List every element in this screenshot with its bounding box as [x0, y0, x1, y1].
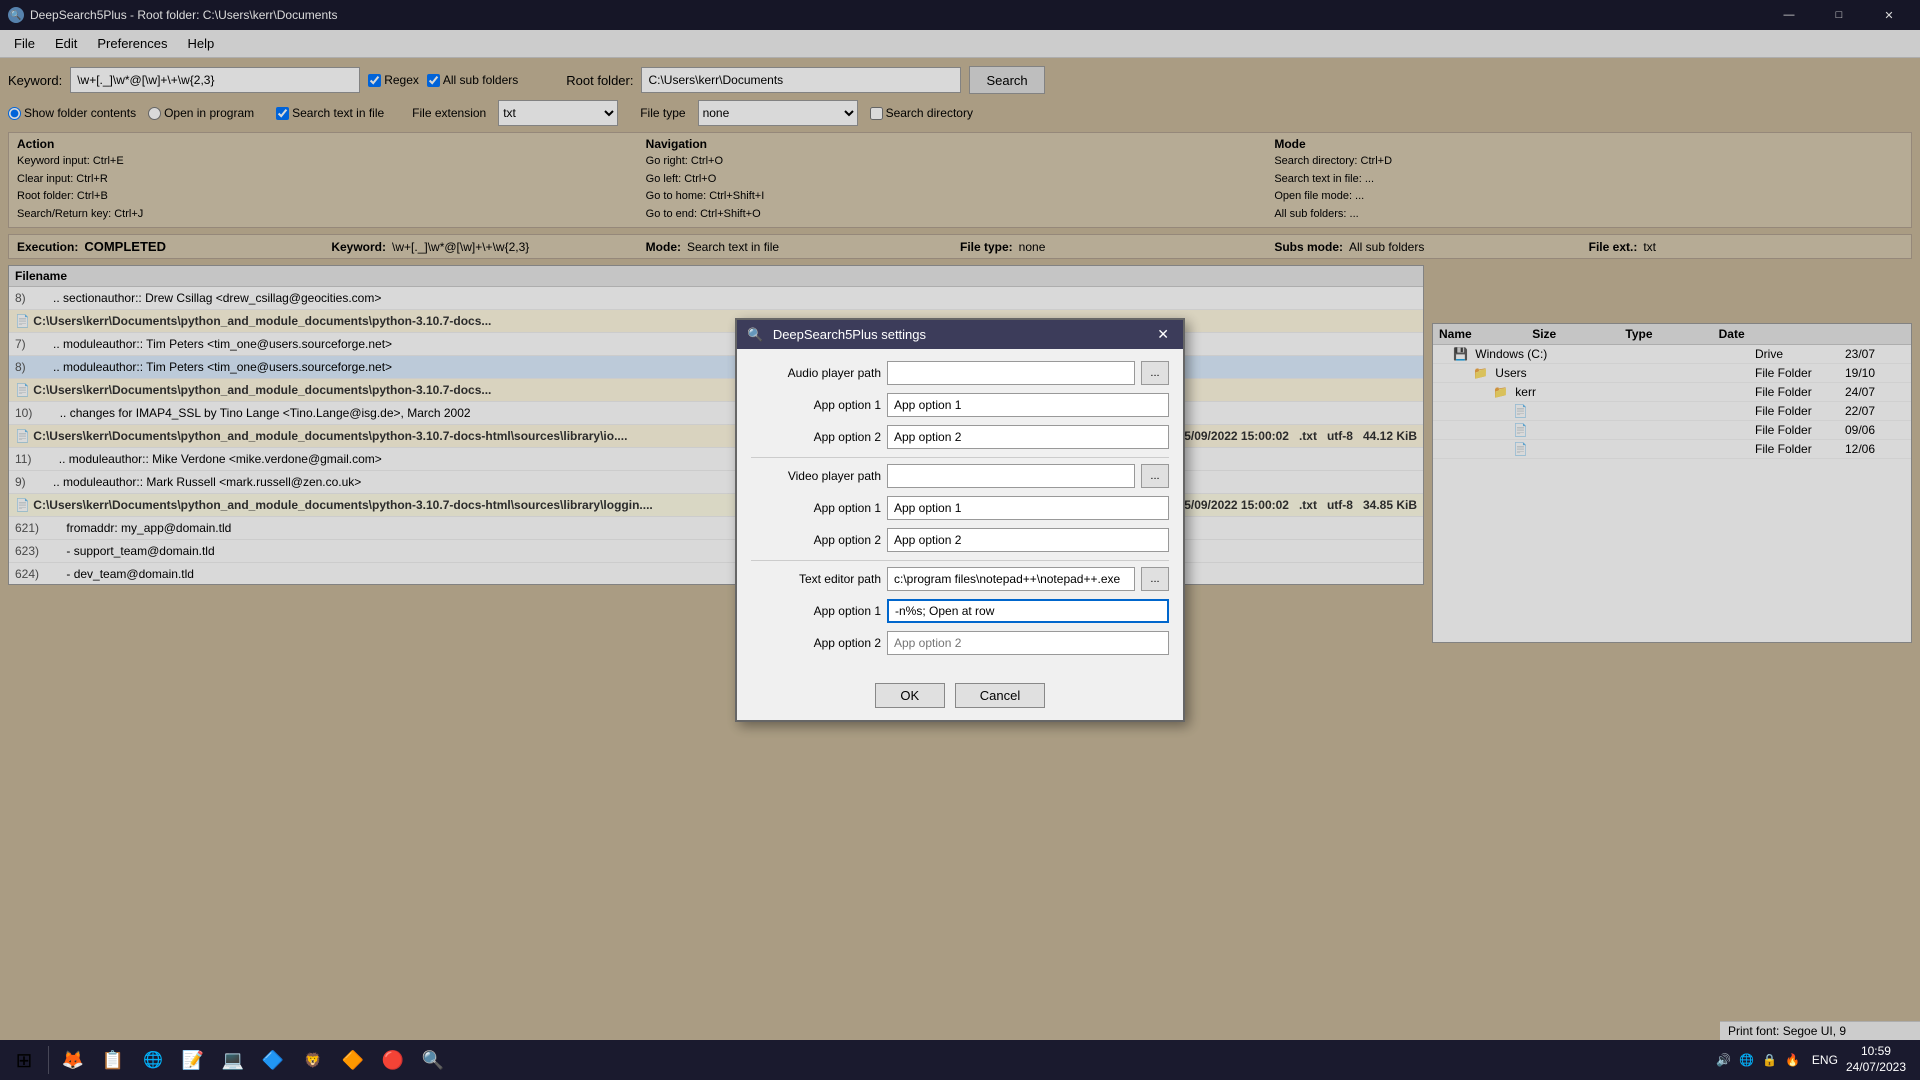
audio-browse-button[interactable]: ... — [1141, 361, 1169, 385]
audio-app2-input[interactable] — [887, 425, 1169, 449]
taskbar-right: 🔊 🌐 🔒 🔥 ENG 10:59 24/07/2023 — [1716, 1044, 1914, 1075]
divider-2 — [751, 560, 1169, 561]
taskbar-icon-7[interactable]: 🦁 — [295, 1042, 331, 1078]
audio-player-row: Audio player path ... — [751, 361, 1169, 385]
dialog-footer: OK Cancel — [737, 675, 1183, 720]
taskbar-icon-8[interactable]: 🔶 — [335, 1042, 371, 1078]
taskbar-separator — [48, 1046, 49, 1074]
settings-dialog: 🔍 DeepSearch5Plus settings ✕ Audio playe… — [735, 318, 1185, 722]
systray-icon-1[interactable]: 🔊 — [1716, 1053, 1731, 1067]
video-app2-input[interactable] — [887, 528, 1169, 552]
taskbar-icon-10[interactable]: 🔍 — [415, 1042, 451, 1078]
taskbar-icon-1[interactable]: 🦊 — [55, 1042, 91, 1078]
video-browse-button[interactable]: ... — [1141, 464, 1169, 488]
video-player-label: Video player path — [751, 469, 881, 483]
dialog-title: DeepSearch5Plus settings — [773, 327, 926, 342]
text-editor-row: Text editor path ... — [751, 567, 1169, 591]
audio-app1-label: App option 1 — [751, 398, 881, 412]
text-app1-label: App option 1 — [751, 604, 881, 618]
taskbar-icon-9[interactable]: 🔴 — [375, 1042, 411, 1078]
divider-1 — [751, 457, 1169, 458]
text-app2-row: App option 2 — [751, 631, 1169, 655]
audio-app2-label: App option 2 — [751, 430, 881, 444]
cancel-button[interactable]: Cancel — [955, 683, 1045, 708]
audio-player-label: Audio player path — [751, 366, 881, 380]
video-app1-label: App option 1 — [751, 501, 881, 515]
video-player-input[interactable] — [887, 464, 1135, 488]
dialog-body: Audio player path ... App option 1 App o… — [737, 349, 1183, 675]
text-editor-input[interactable] — [887, 567, 1135, 591]
text-app1-input[interactable] — [887, 599, 1169, 623]
audio-player-input[interactable] — [887, 361, 1135, 385]
modal-overlay: 🔍 DeepSearch5Plus settings ✕ Audio playe… — [0, 0, 1920, 1040]
audio-app1-row: App option 1 — [751, 393, 1169, 417]
taskbar-clock: 10:59 24/07/2023 — [1846, 1044, 1906, 1075]
text-app2-label: App option 2 — [751, 636, 881, 650]
taskbar-icon-6[interactable]: 🔷 — [255, 1042, 291, 1078]
taskbar-icon-2[interactable]: 📋 — [95, 1042, 131, 1078]
text-editor-label: Text editor path — [751, 572, 881, 586]
video-app1-row: App option 1 — [751, 496, 1169, 520]
systray-icon-4[interactable]: 🔥 — [1785, 1053, 1800, 1067]
audio-app2-row: App option 2 — [751, 425, 1169, 449]
taskbar-icon-3[interactable]: 🌐 — [135, 1042, 171, 1078]
text-app2-input[interactable] — [887, 631, 1169, 655]
dialog-title-bar: 🔍 DeepSearch5Plus settings ✕ — [737, 320, 1183, 349]
taskbar: ⊞ 🦊 📋 🌐 📝 💻 🔷 🦁 🔶 🔴 🔍 🔊 🌐 🔒 🔥 ENG 10:59 … — [0, 1040, 1920, 1080]
audio-app1-input[interactable] — [887, 393, 1169, 417]
text-browse-button[interactable]: ... — [1141, 567, 1169, 591]
video-app2-row: App option 2 — [751, 528, 1169, 552]
video-app2-label: App option 2 — [751, 533, 881, 547]
video-app1-input[interactable] — [887, 496, 1169, 520]
systray-icon-3[interactable]: 🔒 — [1762, 1053, 1777, 1067]
dialog-close-button[interactable]: ✕ — [1153, 326, 1173, 343]
taskbar-icon-4[interactable]: 📝 — [175, 1042, 211, 1078]
language-indicator[interactable]: ENG — [1812, 1053, 1838, 1067]
ok-button[interactable]: OK — [875, 683, 945, 708]
start-button[interactable]: ⊞ — [6, 1042, 42, 1078]
text-app1-row: App option 1 — [751, 599, 1169, 623]
video-player-row: Video player path ... — [751, 464, 1169, 488]
systray-icon-2[interactable]: 🌐 — [1739, 1053, 1754, 1067]
taskbar-icon-5[interactable]: 💻 — [215, 1042, 251, 1078]
